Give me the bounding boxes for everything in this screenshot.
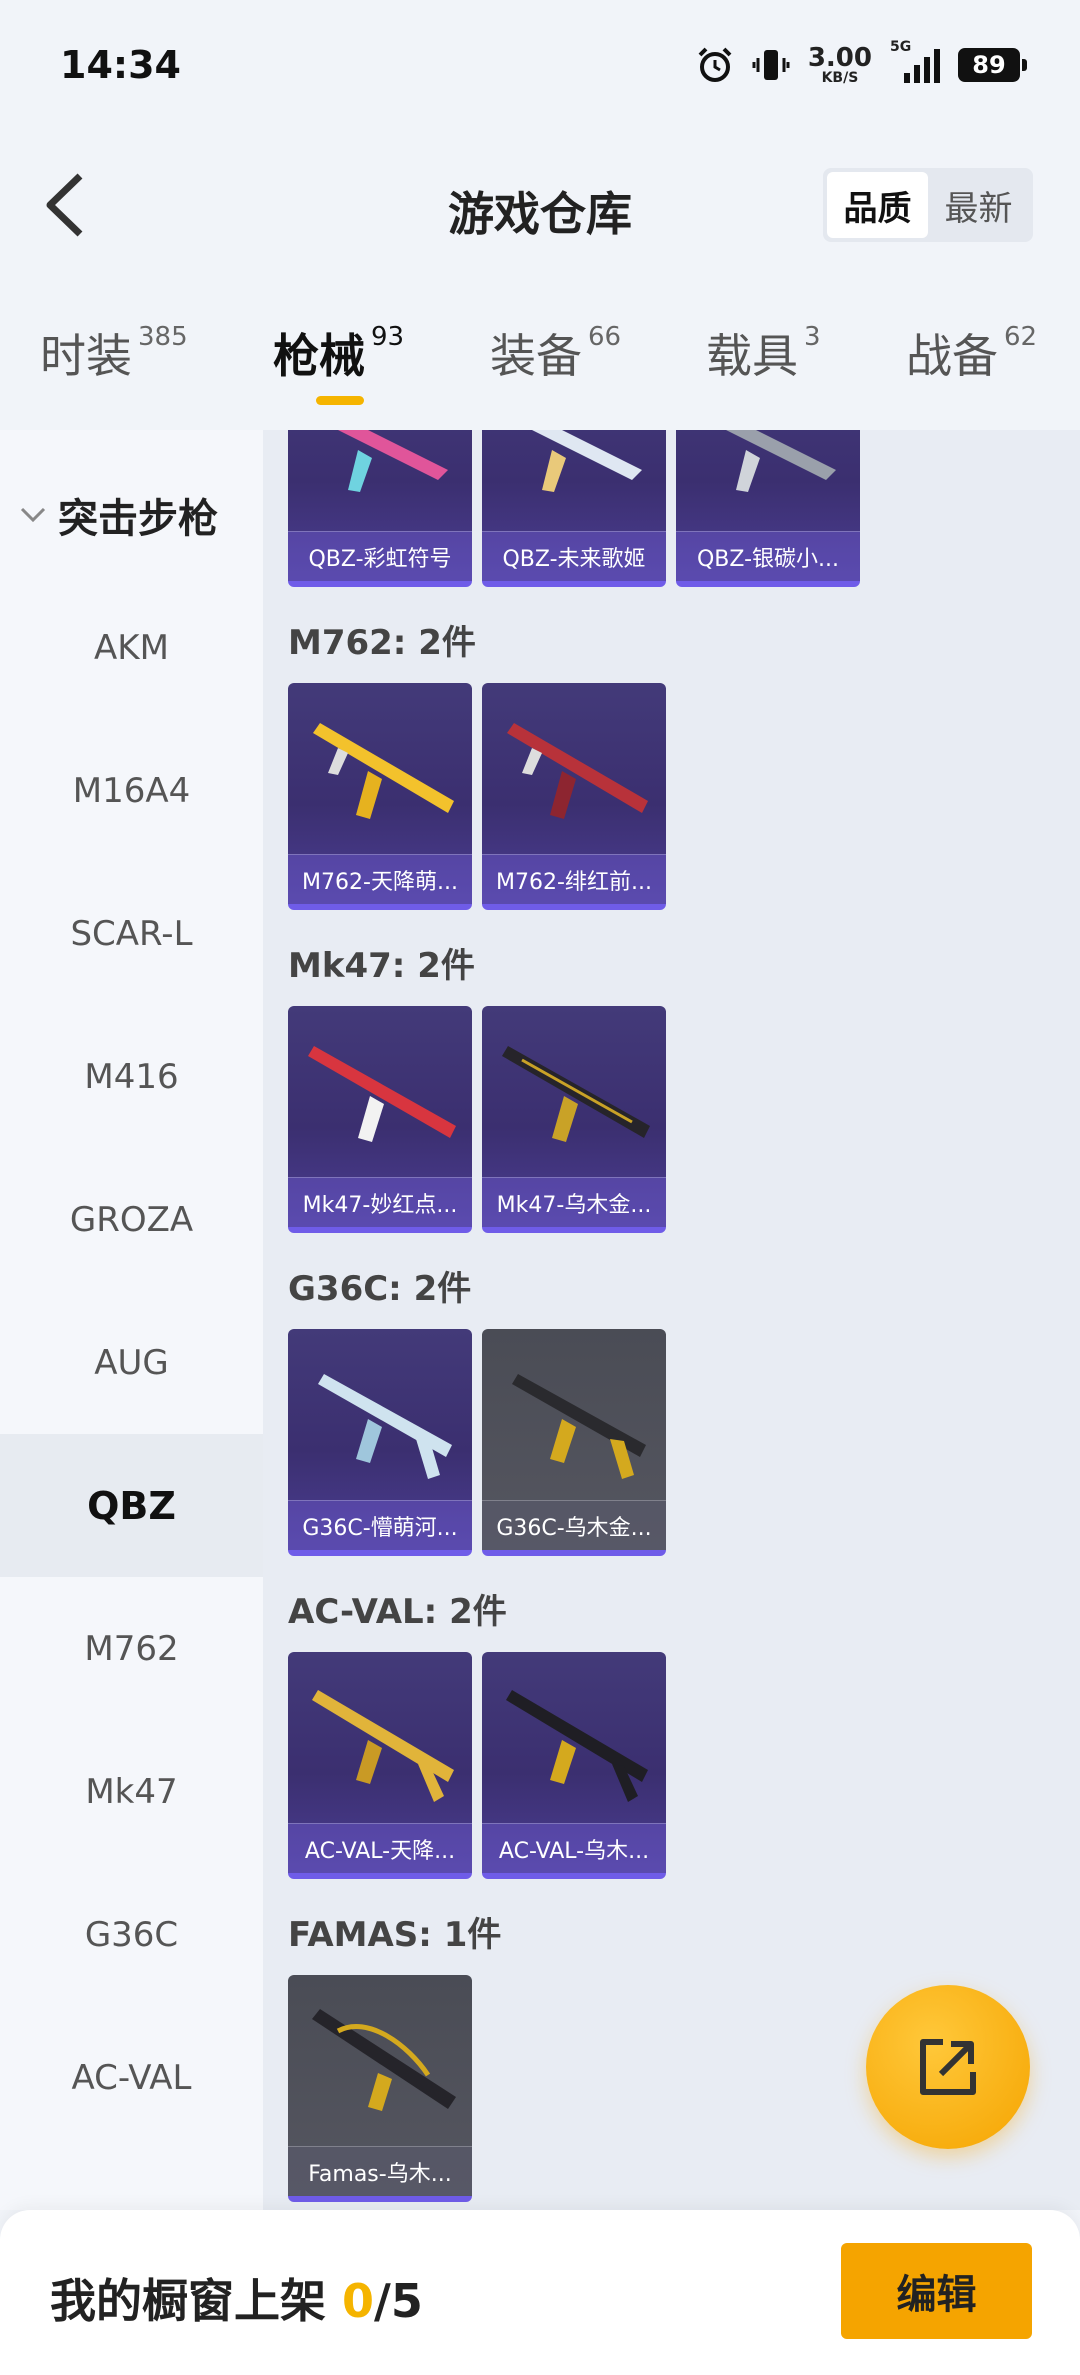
sort-quality-option[interactable]: 品质	[827, 172, 928, 238]
skin-card[interactable]: AC-VAL-天降...	[288, 1652, 472, 1879]
tab-firearms[interactable]: 枪械 93	[273, 320, 404, 386]
tab-combat-supplies[interactable]: 战备 62	[906, 320, 1037, 386]
skin-card[interactable]: AC-VAL-乌木...	[482, 1652, 666, 1879]
sidebar-item-qbz[interactable]: QBZ	[0, 1434, 263, 1577]
showcase-current-count: 0	[342, 2274, 375, 2328]
gun-skin-image	[506, 1690, 648, 1802]
sort-newest-option[interactable]: 最新	[928, 172, 1029, 238]
skin-card[interactable]: Famas-乌木...	[288, 1975, 472, 2202]
skin-card[interactable]: QBZ-未来歌姬	[482, 430, 666, 587]
sidebar-item-groza[interactable]: GROZA	[0, 1148, 263, 1291]
sidebar-item-scar-l[interactable]: SCAR-L	[0, 862, 263, 1005]
sidebar-item-ac-val[interactable]: AC-VAL	[0, 2006, 263, 2149]
gun-skin-image	[318, 1374, 452, 1479]
alarm-icon	[698, 47, 732, 82]
gun-skin-image	[312, 1690, 454, 1802]
sidebar-item-m762[interactable]: M762	[0, 1577, 263, 1720]
vibrate-icon	[752, 50, 790, 80]
gun-skin-image	[507, 723, 648, 819]
gun-skin-image	[338, 430, 448, 492]
skin-card[interactable]: Mk47-妙红点...	[288, 1006, 472, 1233]
edit-button[interactable]: 编辑	[841, 2243, 1032, 2339]
section-title-mk47: Mk47: 2件	[288, 946, 475, 986]
active-tab-indicator	[316, 396, 364, 405]
skin-card[interactable]: QBZ-银碳小...	[676, 430, 860, 587]
gun-skin-image	[512, 1374, 646, 1479]
showcase-label: 我的橱窗上架 0/5	[50, 2274, 423, 2328]
battery-icon: 89	[958, 48, 1027, 82]
tab-fashion[interactable]: 时装 385	[40, 320, 188, 386]
sidebar-item-g36c[interactable]: G36C	[0, 1863, 263, 2006]
gun-skin-image	[532, 430, 642, 492]
status-icons: 3.00 KB/S 5G 89	[696, 39, 1027, 86]
section-title-ac-val: AC-VAL: 2件	[288, 1592, 507, 1632]
skin-grid: QBZ-彩虹符号 QBZ-未来歌姬 QBZ-银碳小... M762: 2件 M7…	[263, 430, 1080, 2210]
gun-skin-image	[502, 1046, 650, 1142]
skin-card[interactable]: G36C-乌木金...	[482, 1329, 666, 1556]
weapon-type-sidebar: 突击步枪 AKM M16A4 SCAR-L M416 GROZA AUG QBZ…	[0, 430, 263, 2210]
share-export-icon	[920, 2039, 976, 2095]
skin-card[interactable]: QBZ-彩虹符号	[288, 430, 472, 587]
section-title-m762: M762: 2件	[288, 623, 476, 663]
skin-card[interactable]: M762-天降萌...	[288, 683, 472, 910]
gun-skin-image	[312, 2009, 456, 2111]
showcase-total-count: /5	[374, 2274, 423, 2328]
tab-equipment[interactable]: 装备 66	[490, 320, 621, 386]
status-bar: 14:34 3.00 KB/S 5G 89	[0, 0, 1080, 130]
gun-skin-image	[313, 723, 454, 819]
category-tabs: 时装 385 枪械 93 装备 66 载具 3 战备 62	[0, 300, 1080, 430]
showcase-bar: 我的橱窗上架 0/5 编辑	[0, 2210, 1080, 2375]
tab-vehicles[interactable]: 载具 3	[706, 320, 821, 386]
sidebar-group-assault-rifles[interactable]: 突击步枪	[0, 470, 263, 560]
skin-card[interactable]: M762-绯红前...	[482, 683, 666, 910]
share-export-button[interactable]	[866, 1985, 1030, 2149]
sidebar-item-m416[interactable]: M416	[0, 1005, 263, 1148]
signal-icon: 5G	[890, 39, 940, 83]
skin-card[interactable]: Mk47-乌木金...	[482, 1006, 666, 1233]
skin-card[interactable]: G36C-懵萌河...	[288, 1329, 472, 1556]
sort-toggle: 品质 最新	[823, 168, 1033, 242]
sidebar-item-akm[interactable]: AKM	[0, 576, 263, 719]
status-time: 14:34	[60, 43, 181, 87]
sidebar-item-mk47[interactable]: Mk47	[0, 1720, 263, 1863]
section-title-g36c: G36C: 2件	[288, 1269, 472, 1309]
gun-skin-image	[308, 1046, 456, 1142]
sidebar-item-m16a4[interactable]: M16A4	[0, 719, 263, 862]
gun-skin-image	[726, 430, 836, 492]
sidebar-item-aug[interactable]: AUG	[0, 1291, 263, 1434]
chevron-down-icon	[20, 507, 46, 523]
net-speed: 3.00 KB/S	[807, 43, 872, 86]
app-header: 游戏仓库 品质 最新	[0, 150, 1080, 260]
section-title-famas: FAMAS: 1件	[288, 1915, 502, 1955]
